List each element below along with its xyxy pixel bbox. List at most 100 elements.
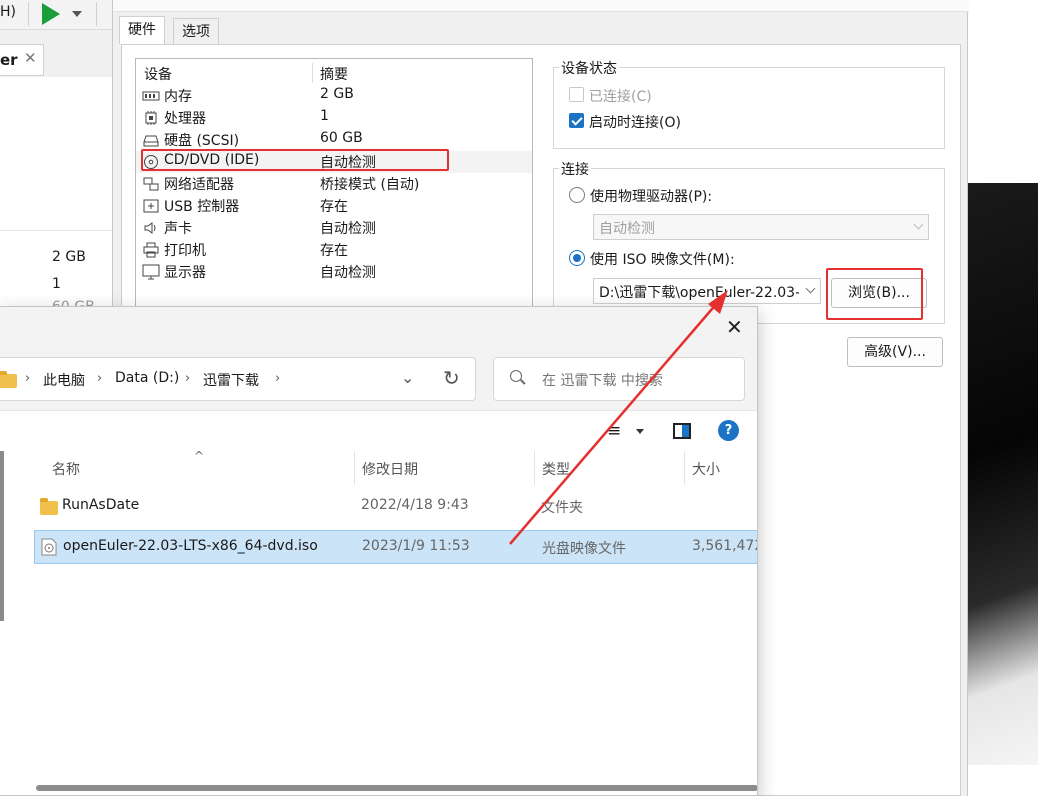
device-name: 显示器: [164, 265, 206, 281]
file-date: 2022/4/18 9:43: [361, 497, 469, 513]
device-name: 内存: [164, 89, 192, 105]
divider: [0, 230, 112, 231]
device-row-memory[interactable]: 内存 2 GB: [136, 85, 532, 107]
connect-at-power-on-checkbox[interactable]: [569, 113, 584, 128]
dialog-top: [113, 0, 969, 12]
device-summary: 自动检测: [320, 265, 376, 281]
iso-image-radio[interactable]: [569, 250, 585, 266]
chevron-down-icon[interactable]: ⌄: [401, 368, 414, 387]
search-icon: [510, 370, 522, 382]
device-row-harddisk[interactable]: 硬盘 (SCSI) 60 GB: [136, 129, 532, 151]
iso-path-combo[interactable]: D:\迅雷下载\openEuler-22.03-l: [593, 278, 821, 304]
file-row-runasdate[interactable]: RunAsDate 2022/4/18 9:43 文件夹: [34, 490, 757, 524]
device-row-network[interactable]: 网络适配器 桥接模式 (自动): [136, 173, 532, 195]
close-icon[interactable]: ✕: [726, 315, 743, 339]
physical-drive-label: 使用物理驱动器(P):: [590, 189, 713, 205]
connect-at-power-on-label: 启动时连接(O): [589, 115, 681, 131]
summary-memory: 2 GB: [52, 249, 86, 265]
device-status-title: 设备状态: [559, 58, 619, 78]
chevron-down-icon: [913, 219, 924, 230]
breadcrumb-downloads[interactable]: 迅雷下载: [203, 370, 259, 390]
iso-path-value: D:\迅雷下载\openEuler-22.03-l: [599, 285, 799, 301]
file-name: RunAsDate: [62, 497, 140, 513]
summary-cpu: 1: [52, 276, 61, 292]
device-summary: 2 GB: [320, 86, 354, 102]
horizontal-scrollbar[interactable]: [36, 785, 757, 791]
file-size: 3,561,472: [692, 538, 758, 554]
device-name: 处理器: [164, 111, 206, 127]
device-summary: 存在: [320, 199, 348, 215]
chevron-right-icon[interactable]: ›: [25, 371, 30, 386]
annotation-highlight-browse: [826, 268, 923, 320]
tab-options[interactable]: 选项: [173, 18, 219, 44]
file-open-dialog: ✕ › 此电脑 › Data (D:) › 迅雷下载 › ⌄ ↻ 在 迅雷下载 …: [0, 306, 758, 796]
folder-icon: [40, 498, 58, 515]
column-name[interactable]: 名称: [52, 459, 80, 479]
preview-pane-icon[interactable]: [673, 423, 691, 439]
connection-title: 连接: [559, 159, 591, 179]
breadcrumb-this-pc[interactable]: 此电脑: [43, 370, 85, 390]
column-divider[interactable]: [354, 451, 355, 485]
advanced-button[interactable]: 高级(V)...: [847, 337, 943, 367]
printer-icon: [143, 242, 159, 258]
address-bar[interactable]: › 此电脑 › Data (D:) › 迅雷下载 › ⌄ ↻: [0, 357, 476, 401]
column-divider[interactable]: [684, 451, 685, 485]
device-row-monitor[interactable]: 显示器 自动检测: [136, 261, 532, 283]
physical-drive-radio[interactable]: [569, 187, 585, 203]
chevron-right-icon[interactable]: ›: [275, 371, 280, 386]
chevron-right-icon[interactable]: ›: [97, 371, 102, 386]
file-type: 文件夹: [541, 500, 583, 516]
column-divider: [312, 63, 313, 83]
chevron-down-icon[interactable]: [805, 283, 816, 294]
device-row-usb[interactable]: USB 控制器 存在: [136, 195, 532, 217]
harddisk-icon: [143, 135, 159, 147]
vm-tab[interactable]: er ✕: [0, 44, 44, 76]
monitor-icon: [142, 264, 160, 280]
column-size[interactable]: 大小: [692, 459, 720, 479]
device-name: 打印机: [164, 243, 206, 259]
view-dropdown-icon[interactable]: [636, 429, 644, 434]
device-list[interactable]: 设备 摘要 内存 2 GB 处理器 1 硬盘 (SCSI) 60 GB CD/D…: [135, 58, 533, 328]
device-summary: 自动检测: [320, 221, 376, 237]
column-type[interactable]: 类型: [542, 459, 570, 479]
column-date[interactable]: 修改日期: [362, 459, 418, 479]
dropdown-arrow-icon[interactable]: [72, 11, 82, 17]
usb-icon: [143, 199, 159, 213]
nav-pane-scrollbar[interactable]: [0, 451, 4, 621]
refresh-icon[interactable]: ↻: [443, 366, 460, 390]
tab-hardware[interactable]: 硬件: [119, 16, 165, 44]
device-summary: 1: [320, 108, 329, 124]
connected-label: 已连接(C): [589, 89, 652, 105]
device-summary: 60 GB: [320, 130, 363, 146]
column-device[interactable]: 设备: [144, 64, 172, 84]
vm-toolbar: H): [0, 0, 112, 30]
breadcrumb-data-d[interactable]: Data (D:): [115, 370, 179, 386]
device-name: USB 控制器: [164, 199, 240, 215]
chevron-right-icon[interactable]: ›: [185, 371, 190, 386]
search-box[interactable]: 在 迅雷下载 中搜索: [493, 357, 745, 401]
annotation-highlight-cd-dvd: [141, 149, 449, 171]
file-type: 光盘映像文件: [542, 541, 626, 557]
physical-drive-select[interactable]: 自动检测: [593, 214, 929, 240]
device-name: 声卡: [164, 221, 192, 237]
vm-tab-label: er: [0, 51, 18, 69]
file-row-openeuler-iso[interactable]: openEuler-22.03-LTS-x86_64-dvd.iso 2023/…: [34, 530, 758, 564]
help-icon[interactable]: ?: [718, 420, 739, 441]
connected-checkbox[interactable]: [569, 87, 584, 102]
toolbar-separator: [28, 2, 29, 26]
device-row-sound[interactable]: 声卡 自动检测: [136, 217, 532, 239]
view-list-icon[interactable]: ≡: [607, 421, 621, 441]
close-icon[interactable]: ✕: [24, 49, 37, 67]
play-icon[interactable]: [42, 3, 60, 25]
cpu-icon: [145, 111, 157, 125]
sound-icon: [144, 222, 156, 234]
column-summary[interactable]: 摘要: [320, 64, 348, 84]
dialog-titlebar: ✕: [0, 307, 757, 347]
vm-console-area: [968, 0, 1038, 796]
device-name: 网络适配器: [164, 177, 234, 193]
physical-drive-value: 自动检测: [599, 221, 655, 237]
column-divider[interactable]: [534, 451, 535, 485]
device-row-printer[interactable]: 打印机 存在: [136, 239, 532, 261]
menu-help-partial[interactable]: H): [0, 4, 16, 20]
device-row-cpu[interactable]: 处理器 1: [136, 107, 532, 129]
